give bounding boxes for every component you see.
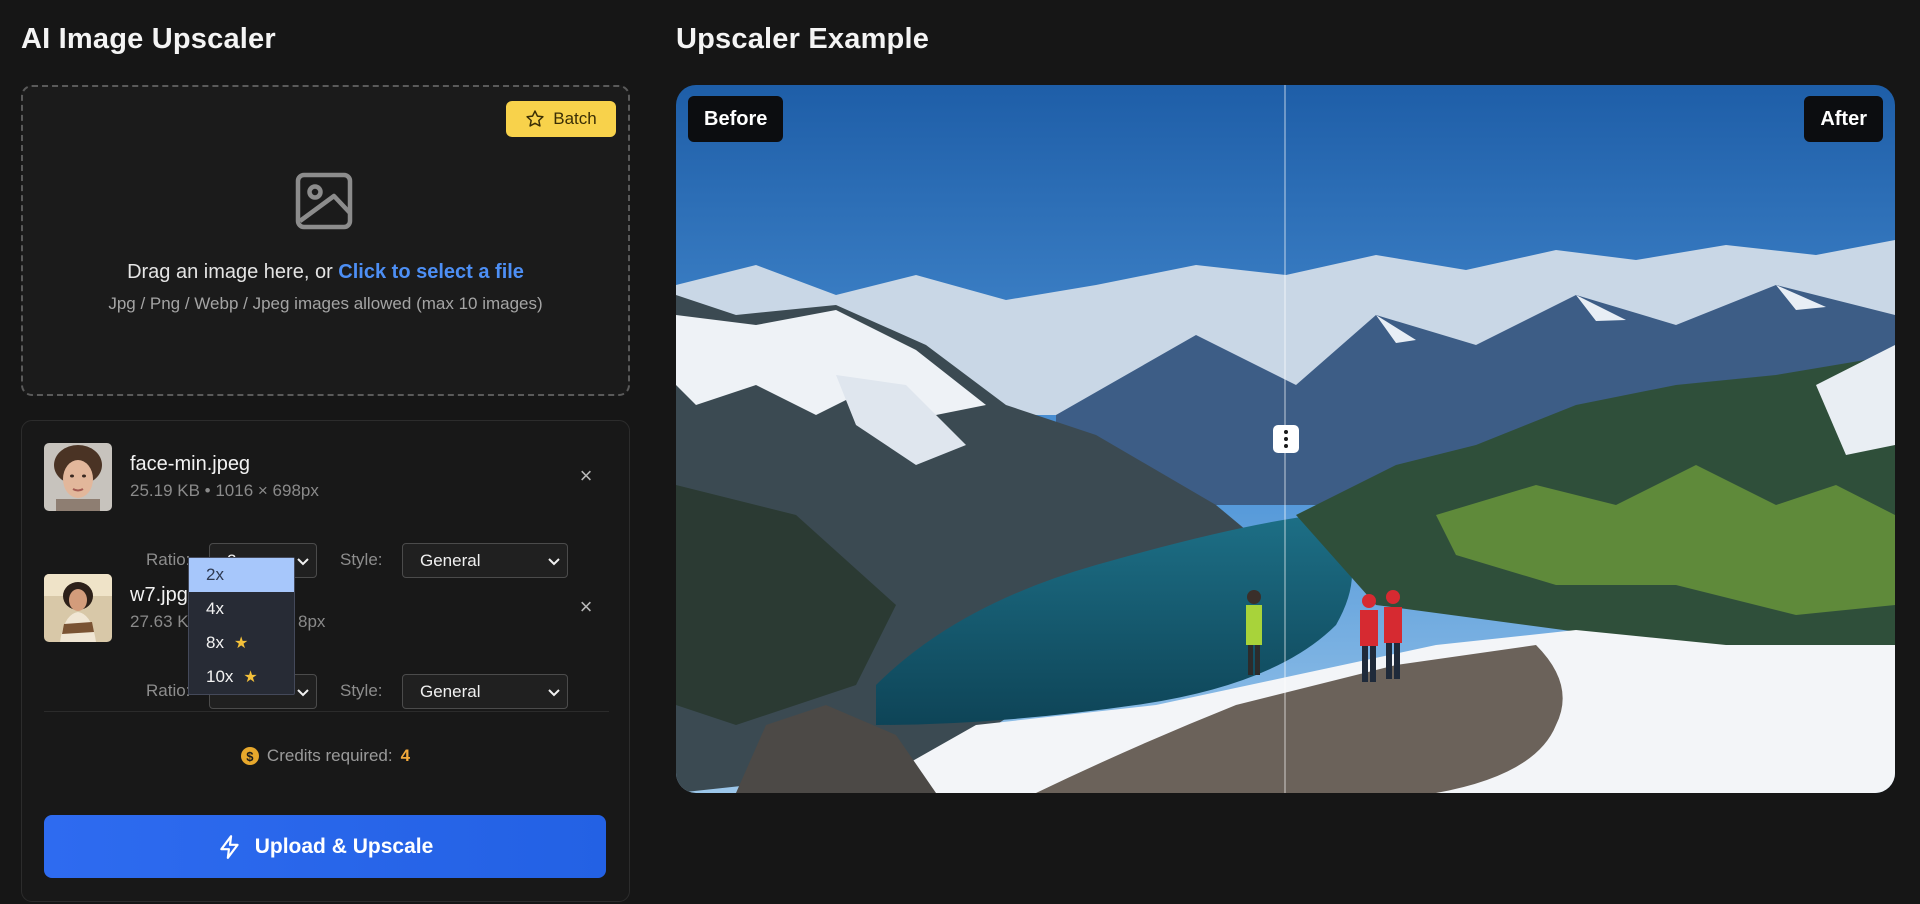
ratio-label: Ratio:: [146, 681, 191, 700]
batch-label: Batch: [553, 109, 597, 128]
style-value: General: [420, 550, 481, 570]
option-label: 8x: [206, 633, 224, 652]
file-list-panel: face-min.jpeg 25.19 KB • 1016 × 698px × …: [21, 420, 630, 902]
file-meta-size: 27.63 K: [130, 612, 189, 631]
image-icon: [295, 172, 353, 230]
ratio-option-8x[interactable]: 8x ★: [189, 626, 294, 660]
coin-icon: $: [240, 747, 259, 765]
option-label: 4x: [206, 599, 224, 618]
before-badge: Before: [688, 96, 784, 142]
credits-required: $ Credits required: 4: [22, 746, 629, 766]
ratio-option-10x[interactable]: 10x ★: [189, 660, 294, 694]
divider: [44, 711, 609, 712]
file-meta: 25.19 KB • 1016 × 698px: [130, 481, 319, 500]
option-label: 2x: [206, 565, 224, 584]
style-select[interactable]: General: [402, 674, 568, 709]
style-label: Style:: [340, 550, 383, 569]
premium-star-icon: ★: [243, 669, 258, 686]
remove-file-button[interactable]: ×: [575, 465, 597, 487]
after-badge: After: [1804, 96, 1883, 142]
file-item: face-min.jpeg 25.19 KB • 1016 × 698px × …: [44, 443, 609, 578]
ratio-option-4x[interactable]: 4x: [189, 592, 294, 626]
chevron-down-icon: [297, 689, 309, 697]
style-value: General: [420, 681, 481, 701]
file-thumbnail: [44, 443, 112, 511]
ratio-label: Ratio:: [146, 550, 191, 569]
file-name: face-min.jpeg: [130, 453, 251, 475]
file-item: w7.jpg 27.63 K 8px × Ratio: Style: Gener…: [44, 574, 609, 709]
lightning-icon: [219, 834, 239, 859]
drop-text: Drag an image here, or: [127, 261, 339, 283]
file-types-hint: Jpg / Png / Webp / Jpeg images allowed (…: [108, 294, 543, 313]
batch-button[interactable]: Batch: [506, 101, 616, 137]
ratio-option-2x[interactable]: 2x: [189, 558, 294, 592]
chevron-down-icon: [548, 558, 560, 566]
ratio-dropdown[interactable]: 2x 4x 8x ★ 10x ★: [188, 557, 295, 695]
chevron-down-icon: [548, 689, 560, 697]
file-thumbnail: [44, 574, 112, 642]
option-label: 10x: [206, 667, 234, 686]
select-file-link[interactable]: Click to select a file: [338, 261, 524, 283]
comparison-handle[interactable]: [1273, 425, 1299, 453]
style-select[interactable]: General: [402, 543, 568, 578]
remove-file-button[interactable]: ×: [575, 596, 597, 618]
premium-star-icon: ★: [233, 635, 249, 652]
chevron-down-icon: [297, 558, 309, 566]
upload-label: Upload & Upscale: [254, 834, 434, 858]
file-meta: 27.63 K 8px: [130, 612, 325, 632]
credits-label: Credits required:: [266, 746, 393, 765]
upload-upscale-button[interactable]: Upload & Upscale: [44, 815, 606, 878]
file-meta-dimensions: 8px: [298, 612, 326, 631]
file-name: w7.jpg: [130, 584, 188, 606]
credits-value: 4: [400, 746, 411, 765]
star-icon: [526, 110, 544, 127]
style-label: Style:: [340, 681, 383, 700]
image-dropzone[interactable]: Batch Drag an image here, or Click to se…: [21, 85, 630, 396]
page-title: AI Image Upscaler: [21, 23, 276, 55]
example-title: Upscaler Example: [676, 23, 930, 55]
drop-instructions: Drag an image here, or Click to select a…: [23, 261, 628, 284]
before-after-comparison[interactable]: Before After: [676, 85, 1895, 793]
